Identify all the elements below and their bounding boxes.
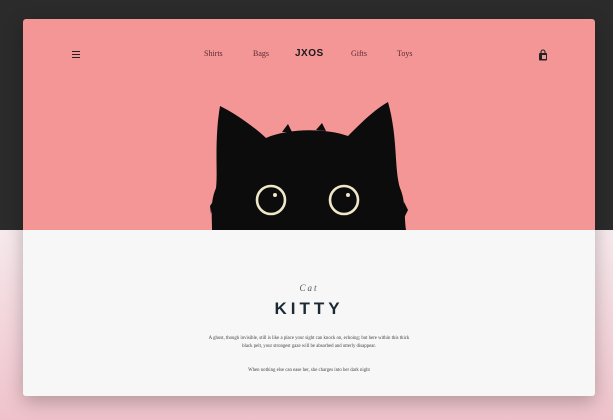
cat-right-eye (328, 184, 360, 216)
cat-left-eye (255, 184, 287, 216)
description-text: A ghost, though invisible, still is like… (208, 336, 410, 349)
category-label: Cat (299, 283, 319, 293)
nav-link-shirts[interactable]: Shirts (204, 49, 223, 58)
tagline-text: When nothing else can ease her, she char… (248, 368, 370, 373)
nav-link-gifts[interactable]: Gifts (351, 49, 367, 58)
cat-silhouette (211, 102, 406, 230)
page-title: KITTY (274, 299, 344, 318)
shopping-bag-icon[interactable] (538, 49, 548, 61)
content-section: Cat KITTY A ghost, though invisible, sti… (23, 230, 595, 396)
nav-link-bags[interactable]: Bags (253, 49, 269, 58)
top-nav: Shirts Bags JXOS Gifts Toys (23, 45, 595, 65)
brand-logo[interactable]: JXOS (295, 48, 324, 59)
hero-section: Shirts Bags JXOS Gifts Toys (23, 19, 595, 230)
hamburger-icon[interactable] (72, 51, 80, 59)
nav-link-toys[interactable]: Toys (397, 49, 412, 58)
page-card: Shirts Bags JXOS Gifts Toys Cat KITTY A … (23, 19, 595, 396)
cat-illustration (210, 102, 408, 230)
